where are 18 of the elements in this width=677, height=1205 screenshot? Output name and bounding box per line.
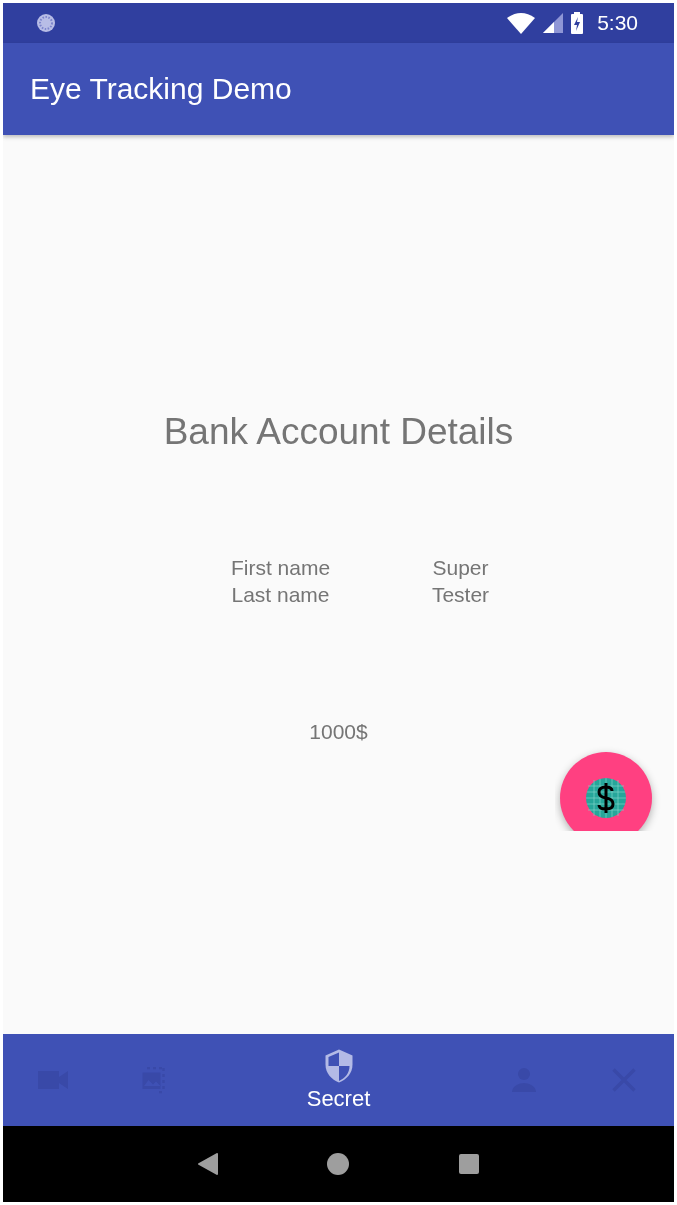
field-label: Last name [231,583,330,607]
back-icon[interactable] [197,1153,218,1175]
loading-icon [36,13,56,33]
page-heading: Bank Account Details [163,411,514,453]
nav-tab[interactable]: Secret [203,1034,474,1126]
battery-icon [571,12,584,34]
dollar-button[interactable] [560,752,652,831]
app-title: Eye Tracking Demo [30,72,292,106]
home-icon[interactable] [327,1153,350,1175]
signal-icon [543,13,564,33]
field-value: Tester [431,583,490,607]
clock-time: 5:30 [597,11,638,35]
wifi-icon [507,12,536,34]
field-value: Super [432,556,489,580]
field-label: First name [230,556,331,580]
recents-icon[interactable] [459,1154,480,1174]
dollar-icon [586,778,626,818]
balance-amount: 1000$ [309,720,368,744]
